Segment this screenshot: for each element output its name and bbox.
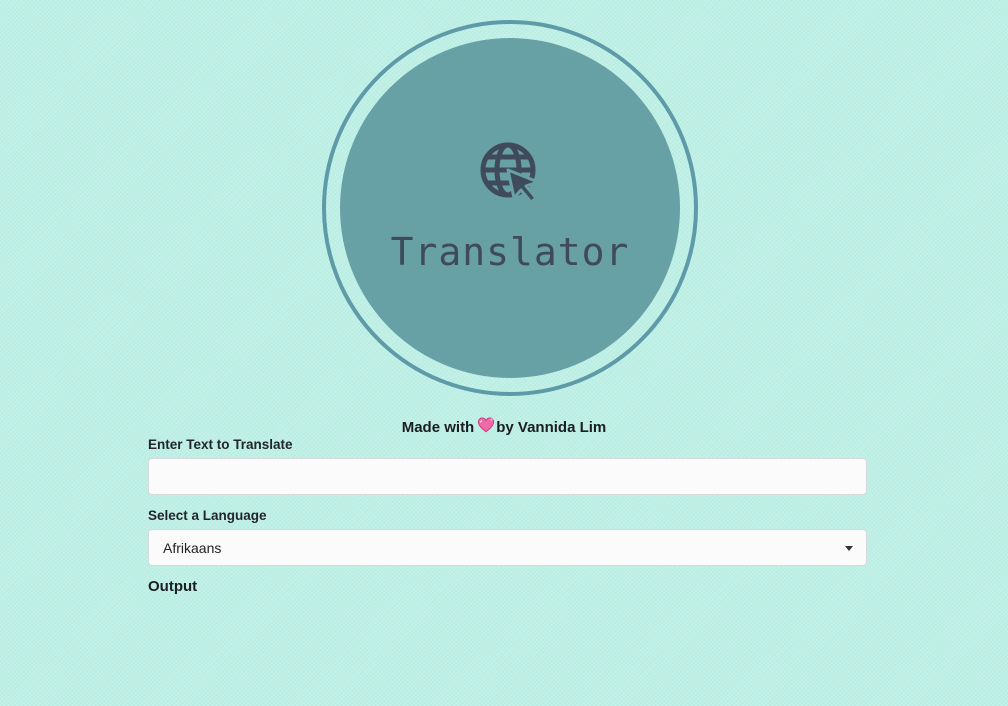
output-label: Output bbox=[148, 578, 198, 595]
chevron-down-icon bbox=[845, 546, 853, 551]
translate-text-input[interactable] bbox=[148, 458, 867, 495]
app-title: Translator bbox=[390, 230, 630, 274]
credit-line: Made with by Vannida Lim bbox=[0, 416, 1008, 436]
language-select-label: Select a Language bbox=[148, 508, 267, 523]
text-input-label: Enter Text to Translate bbox=[148, 437, 293, 452]
globe-cursor-icon bbox=[480, 142, 540, 204]
sparkling-heart-icon bbox=[478, 417, 495, 433]
logo-circle bbox=[340, 38, 680, 378]
language-select[interactable]: Afrikaans bbox=[148, 529, 867, 566]
credit-prefix: Made with bbox=[401, 419, 475, 436]
language-select-value: Afrikaans bbox=[163, 540, 222, 556]
credit-suffix: by Vannida Lim bbox=[496, 419, 607, 436]
